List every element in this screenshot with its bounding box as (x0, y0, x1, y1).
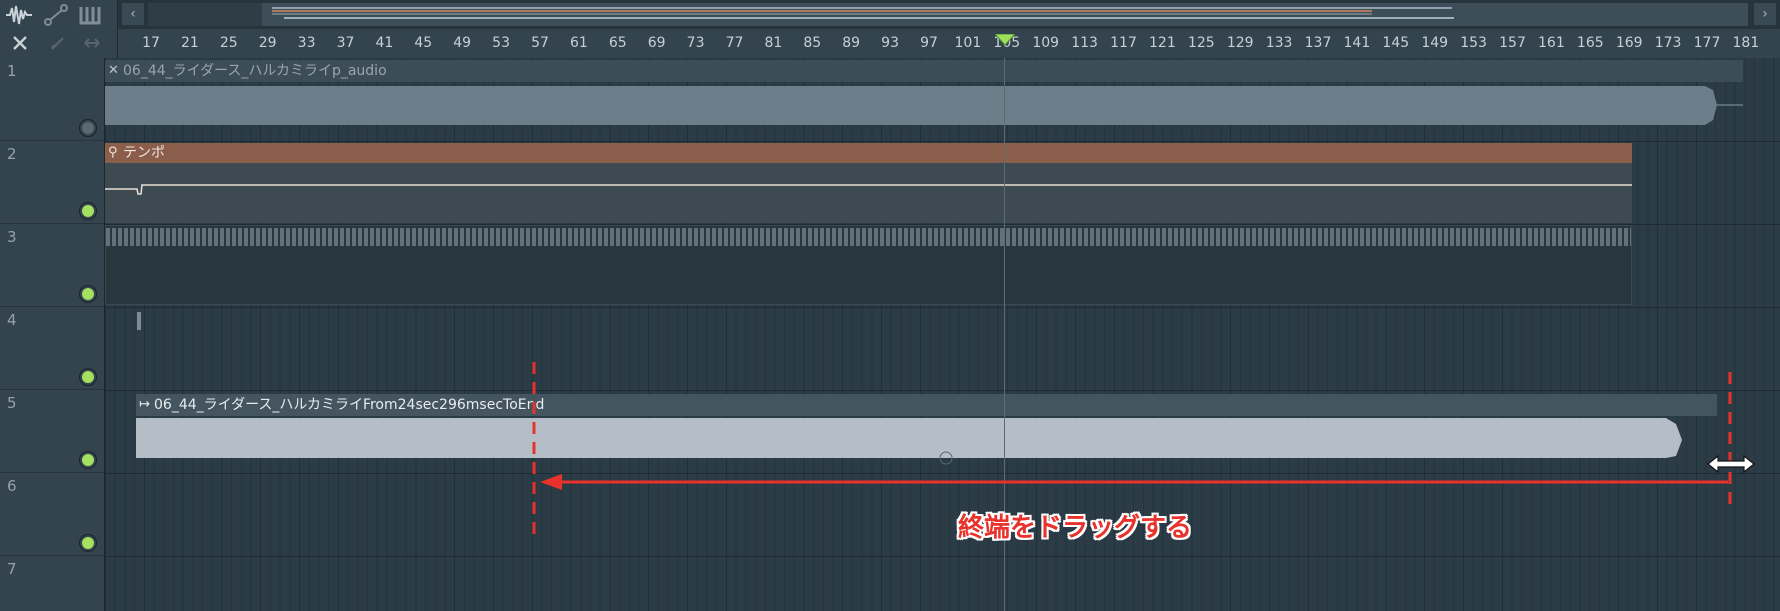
track-header[interactable]: 2 (0, 141, 104, 224)
track-number: 3 (7, 228, 17, 246)
track-number: 1 (7, 62, 17, 80)
ruler-tick: 153 (1460, 35, 1487, 51)
automation-curve (105, 184, 1632, 195)
waveform-icon[interactable] (4, 3, 34, 27)
ruler-tick: 21 (180, 35, 199, 51)
scroll-right-button[interactable]: › (1754, 3, 1776, 25)
track-mute-led[interactable] (80, 452, 96, 468)
ruler-tick: 89 (842, 35, 861, 51)
ruler-tick: 37 (336, 35, 355, 51)
ruler-tick: 113 (1071, 35, 1098, 51)
track-number: 5 (7, 394, 17, 412)
overview-track-line (272, 7, 1452, 9)
ruler-tick: 177 (1693, 35, 1721, 51)
ruler-tick: 161 (1538, 35, 1565, 51)
track-header[interactable]: 7 (0, 556, 104, 611)
playlist-grid[interactable]: ✕ 06_44_ライダース_ハルカミライp_audio ⚲ テンポ ↦ 06_4… (105, 58, 1780, 611)
ruler-tick: 117 (1110, 35, 1137, 51)
overview-track-line (284, 17, 1454, 19)
ruler-tick: 65 (608, 35, 627, 51)
ruler-tick: 45 (414, 35, 433, 51)
timeline-ruler[interactable]: 17 21 25 29 33 37 41 45 49 53 57 61 65 69 73 77 81 85 89 93… (118, 29, 1780, 59)
track-number: 4 (7, 311, 17, 329)
ruler-tick: 173 (1654, 35, 1682, 51)
automation-clip-tempo[interactable]: ⚲ テンポ (105, 143, 1632, 223)
ruler-tick: 57 (531, 35, 549, 51)
playlist-toolbar (0, 0, 118, 58)
close-icon[interactable] (6, 32, 34, 54)
track-headers: 1 2 3 4 5 6 7 (0, 58, 105, 611)
track-row-divider (105, 556, 1780, 557)
track-row-divider (105, 390, 1780, 391)
ruler-tick: 33 (297, 35, 316, 51)
overview-track[interactable] (148, 3, 1748, 26)
track-mute-led[interactable] (80, 369, 96, 385)
overview-scroll-thumb[interactable] (262, 3, 1748, 26)
ruler-tick: 49 (453, 35, 472, 51)
ruler-tick: 129 (1226, 35, 1254, 51)
pattern-notes-strip (106, 228, 1631, 246)
track-row-divider (105, 224, 1780, 225)
track-header[interactable]: 4 (0, 307, 104, 390)
pattern-clip-track3[interactable] (105, 225, 1632, 305)
ruler-tick: 157 (1499, 35, 1526, 51)
track-number: 7 (7, 560, 17, 578)
audio-clip-track1[interactable]: ✕ 06_44_ライダース_ハルカミライp_audio (105, 60, 1743, 141)
pencil-icon[interactable] (46, 32, 70, 54)
scroll-left-button[interactable]: ‹ (122, 3, 144, 25)
track-row-divider (105, 473, 1780, 474)
ruler-tick: 61 (569, 35, 588, 51)
track-header[interactable]: 6 (0, 473, 104, 556)
playlist-window: ‹ › 17 21 25 29 33 37 41 45 49 53 57 61 65 69 73 77 81 85… (0, 0, 1780, 611)
track-header[interactable]: 3 (0, 224, 104, 307)
track-row-divider (105, 141, 1780, 142)
track-row-divider (105, 307, 1780, 308)
track-number: 2 (7, 145, 17, 163)
track-mute-led[interactable] (80, 286, 96, 302)
ruler-tick: 145 (1382, 35, 1410, 51)
ruler-tick: 81 (764, 35, 783, 51)
ruler-tick: 165 (1576, 35, 1604, 51)
ruler-tick: 97 (920, 35, 938, 51)
ruler-tick: 93 (881, 35, 900, 51)
ruler-tick: 25 (219, 35, 238, 51)
waveform (136, 418, 1682, 465)
ruler-tick: 181 (1732, 35, 1760, 51)
track-header[interactable]: 1 (0, 58, 104, 141)
ruler-tick: 69 (647, 35, 666, 51)
ruler-tick: 17 (142, 35, 160, 51)
ruler-tick: 133 (1265, 35, 1293, 51)
playlist-overview[interactable]: ‹ › (118, 0, 1780, 30)
ruler-tick: 85 (803, 35, 822, 51)
annotation-label: 終端をドラッグする (958, 513, 1193, 543)
ruler-tick: 73 (686, 35, 705, 51)
ruler-tick: 169 (1615, 35, 1643, 51)
pattern-icon[interactable] (76, 3, 104, 27)
track-mute-led[interactable] (80, 203, 96, 219)
waveform (105, 86, 1743, 125)
track-number: 6 (7, 477, 17, 495)
overview-track-line (272, 10, 1372, 12)
ruler-tick: 121 (1149, 35, 1176, 51)
track-mute-led[interactable] (80, 535, 96, 551)
ruler-tick: 41 (375, 35, 394, 51)
ruler-tick: 137 (1304, 35, 1332, 51)
track-header[interactable]: 5 (0, 390, 104, 473)
playhead-marker[interactable] (993, 31, 1017, 50)
ruler-tick: 53 (492, 35, 511, 51)
automation-icon[interactable] (42, 3, 70, 27)
ruler-tick: 29 (258, 35, 277, 51)
overview-track-line (272, 13, 1372, 15)
ruler-tick: 125 (1187, 35, 1215, 51)
ruler-tick: 149 (1421, 35, 1449, 51)
audio-clip-track5[interactable]: ↦ 06_44_ライダース_ハルカミライFrom24sec296msecToEn… (136, 394, 1717, 474)
track-mute-led[interactable] (80, 120, 96, 136)
ruler-tick: 109 (1032, 35, 1060, 51)
marker-track4 (137, 312, 141, 330)
ruler-tick: 101 (954, 35, 982, 51)
ruler-tick: 77 (725, 35, 744, 51)
ruler-tick: 141 (1343, 35, 1371, 51)
resize-icon[interactable] (80, 32, 104, 54)
